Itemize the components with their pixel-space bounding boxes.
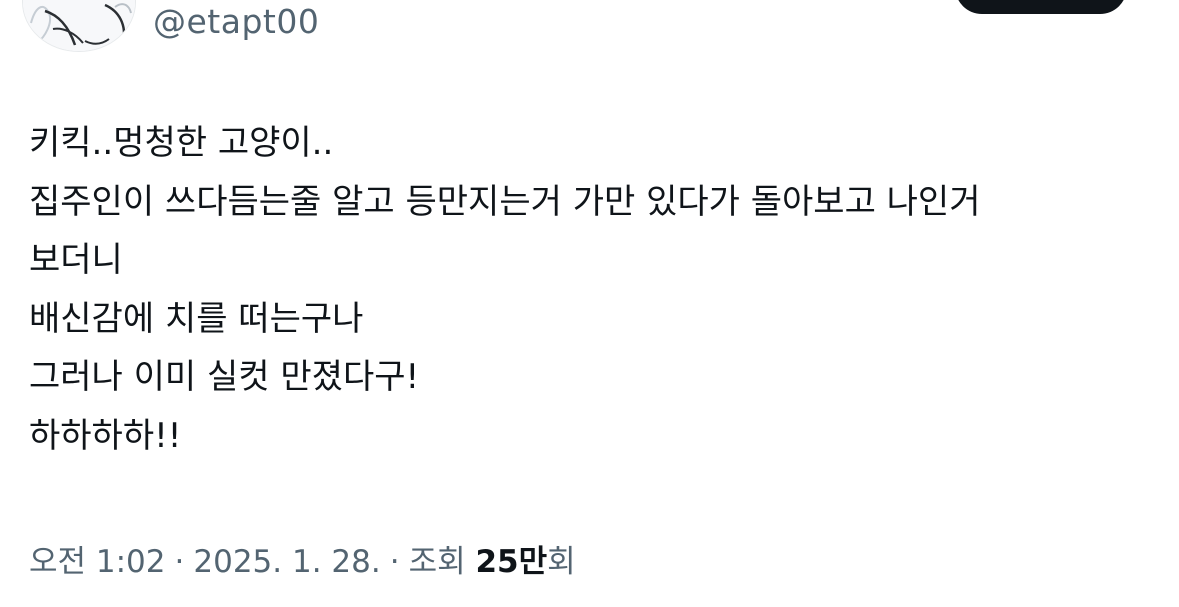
tweet-line: 키킥..멍청한 고양이.. — [29, 123, 334, 163]
tweet-line: 그러나 이미 실컷 만졌다구! — [29, 357, 420, 397]
author-handle[interactable]: @etapt00 — [153, 2, 319, 42]
views-suffix: 회 — [547, 544, 576, 580]
tweet-line: 집주인이 쓰다듬는줄 알고 등만지는거 가만 있다가 돌아보고 나인거 — [29, 181, 981, 222]
tweet-date[interactable]: 2025. 1. 28. — [193, 544, 380, 580]
tweet-time[interactable]: 오전 1:02 — [29, 544, 166, 580]
avatar[interactable] — [22, 0, 136, 52]
meta-separator: · — [174, 544, 185, 580]
tweet-meta: 오전 1:02 · 2025. 1. 28. · 조회 25만회 — [29, 538, 576, 586]
tweet-line: 배신감에 치를 떠는구나 — [29, 298, 364, 339]
meta-separator: · — [389, 544, 400, 580]
tweet-line: 하하하하!! — [29, 415, 182, 456]
views-count[interactable]: 25만 — [475, 544, 547, 580]
views-label: 조회 — [408, 544, 466, 580]
avatar-illustration — [23, 0, 135, 51]
follow-button[interactable] — [955, 0, 1127, 14]
tweet-text: 키킥..멍청한 고양이.. 집주인이 쓰다듬는줄 알고 등만지는거 가만 있다가… — [29, 114, 1149, 465]
tweet-line: 보더니 — [29, 240, 123, 280]
